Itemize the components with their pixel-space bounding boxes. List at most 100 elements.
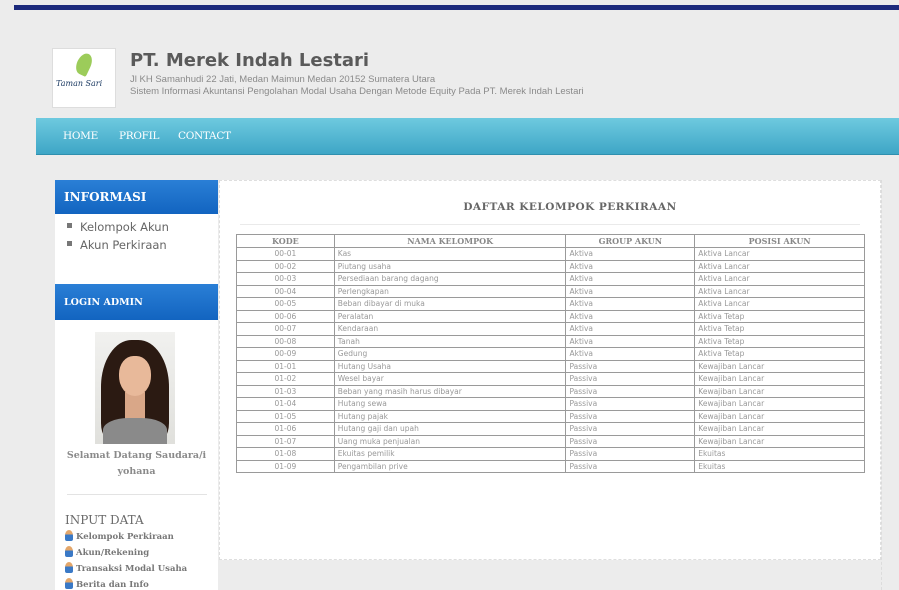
cell-posisi-akun: Kewajiban Lancar [694,397,865,411]
cell-group-akun: Passiva [565,372,696,386]
cell-nama-kelompok: Hutang pajak [333,409,567,423]
cell-posisi-akun: Aktiva Tetap [694,334,865,348]
bullet-icon [67,223,72,228]
cell-posisi-akun: Kewajiban Lancar [694,384,865,398]
cell-kode: 01-01 [236,359,335,373]
table-row: 01-07 Uang muka penjualan Passiva Kewajiban… [236,434,865,448]
table-row: 01-06 Hutang gaji dan upah Passiva Kewajiba… [236,422,865,436]
cell-posisi-akun: Aktiva Lancar [694,297,865,311]
cell-nama-kelompok: Gedung [333,347,567,361]
content-border [881,180,882,590]
table-row: 01-04 Hutang sewa Passiva Kewajiban Lancar [236,397,865,411]
cell-nama-kelompok: Pengambilan prive [333,459,567,473]
table-row: 01-09 Pengambilan prive Passiva Ekuitas [236,459,865,473]
table-row: 00-04 Perlengkapan Aktiva Aktiva Lancar [236,284,865,298]
cell-kode: 00-02 [236,259,335,273]
cell-kode: 00-04 [236,284,335,298]
sidebar-link-label: Akun Perkiraan [80,238,167,252]
cell-group-akun: Passiva [565,409,696,423]
input-link-label: Transaksi Modal Usaha [76,564,188,574]
cell-nama-kelompok: Kas [333,247,567,261]
input-link-akun-rekening[interactable]: Akun/Rekening [65,546,149,558]
cell-nama-kelompok: Uang muka penjualan [333,434,567,448]
table-row: 00-09 Gedung Aktiva Aktiva Tetap [236,347,865,361]
cell-group-akun: Aktiva [565,334,696,348]
table-row: 00-06 Peralatan Aktiva Aktiva Tetap [236,309,865,323]
table-row: 00-02 Piutang usaha Aktiva Aktiva Lancar [236,259,865,273]
cell-nama-kelompok: Piutang usaha [333,259,567,273]
cell-nama-kelompok: Wesel bayar [333,372,567,386]
cell-kode: 00-03 [236,272,335,286]
cell-kode: 01-02 [236,372,335,386]
table-row: 00-07 Kendaraan Aktiva Aktiva Tetap [236,322,865,336]
nav-profil[interactable]: PROFIL [119,130,159,142]
table-row: 01-08 Ekuitas pemilik Passiva Ekuitas [236,447,865,461]
table-row: 00-05 Beban dibayar di muka Aktiva Aktiva L… [236,297,865,311]
bullet-icon [67,241,72,246]
page-title: DAFTAR KELOMPOK PERKIRAAN [463,201,677,213]
column-header-nama-kelompok: NAMA KELOMPOK [333,234,567,248]
cell-group-akun: Aktiva [565,297,696,311]
table-header-row: KODE NAMA KELOMPOK GROUP AKUN POSISI AKU… [236,234,865,248]
table-row: 00-03 Persediaan barang dagang Aktiva Aktiv… [236,272,865,286]
cell-kode: 00-01 [236,247,335,261]
leaf-logo-icon [73,51,95,77]
welcome-message: Selamat Datang Saudara/i yohana [55,448,218,480]
cell-nama-kelompok: Hutang sewa [333,397,567,411]
title-divider [240,224,860,225]
cell-posisi-akun: Aktiva Lancar [694,247,865,261]
cell-group-akun: Aktiva [565,259,696,273]
cell-nama-kelompok: Hutang Usaha [333,359,567,373]
cell-kode: 00-08 [236,334,335,348]
cell-group-akun: Passiva [565,447,696,461]
login-admin-header: LOGIN ADMIN [55,284,218,320]
user-icon [65,546,73,557]
site-header: Taman Sari PT. Merek Indah Lestari Jl KH… [44,40,744,110]
input-link-label: Berita dan Info [76,580,149,590]
top-accent-bar [14,5,899,10]
cell-kode: 01-08 [236,447,335,461]
cell-group-akun: Aktiva [565,272,696,286]
input-link-label: Kelompok Perkiraan [76,532,174,542]
input-link-berita-info[interactable]: Berita dan Info [65,578,149,590]
sidebar-link-kelompok-akun[interactable]: Kelompok Akun [67,220,169,234]
company-address: Jl KH Samanhudi 22 Jati, Medan Maimun Me… [130,74,436,85]
cell-group-akun: Aktiva [565,247,696,261]
input-link-transaksi-modal[interactable]: Transaksi Modal Usaha [65,562,188,574]
user-icon [65,530,73,541]
sidebar: INFORMASI Kelompok Akun Akun Perkiraan L… [55,180,218,590]
cell-nama-kelompok: Hutang gaji dan upah [333,422,567,436]
cell-posisi-akun: Aktiva Tetap [694,347,865,361]
sidebar-divider [67,494,207,495]
main-navbar: HOME PROFIL CONTACT [36,118,899,155]
cell-kode: 00-05 [236,297,335,311]
cell-group-akun: Aktiva [565,347,696,361]
cell-kode: 01-07 [236,434,335,448]
nav-contact[interactable]: CONTACT [178,130,231,142]
user-icon [65,562,73,573]
cell-kode: 01-06 [236,422,335,436]
column-header-kode: KODE [236,234,335,248]
company-logo[interactable]: Taman Sari [52,48,116,108]
kelompok-perkiraan-table: KODE NAMA KELOMPOK GROUP AKUN POSISI AKU… [236,234,865,473]
cell-kode: 00-06 [236,309,335,323]
cell-posisi-akun: Kewajiban Lancar [694,372,865,386]
cell-posisi-akun: Ekuitas [694,459,865,473]
cell-group-akun: Aktiva [565,322,696,336]
input-link-kelompok-perkiraan[interactable]: Kelompok Perkiraan [65,530,174,542]
logo-script-text: Taman Sari [56,79,103,88]
input-data-heading: INPUT DATA [65,513,144,527]
cell-posisi-akun: Aktiva Lancar [694,284,865,298]
welcome-username: yohana [117,466,156,477]
cell-kode: 01-09 [236,459,335,473]
cell-nama-kelompok: Beban yang masih harus dibayar [333,384,567,398]
cell-group-akun: Aktiva [565,309,696,323]
cell-nama-kelompok: Ekuitas pemilik [333,447,567,461]
cell-posisi-akun: Aktiva Lancar [694,259,865,273]
table-row: 01-02 Wesel bayar Passiva Kewajiban Lancar [236,372,865,386]
column-header-posisi-akun: POSISI AKUN [694,234,865,248]
cell-nama-kelompok: Perlengkapan [333,284,567,298]
sidebar-link-akun-perkiraan[interactable]: Akun Perkiraan [67,238,167,252]
user-icon [65,578,73,589]
nav-home[interactable]: HOME [63,130,98,142]
